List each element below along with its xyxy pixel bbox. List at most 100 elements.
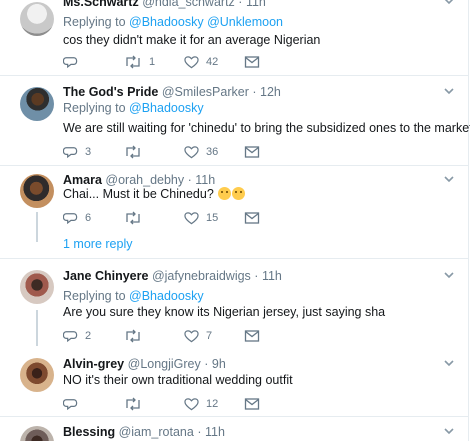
message-button[interactable] — [244, 144, 260, 160]
retweet-button[interactable] — [124, 396, 149, 412]
like-count: 36 — [206, 146, 219, 158]
user-name[interactable]: Ms.Schwartz — [63, 0, 139, 9]
retweet-button[interactable] — [124, 328, 149, 344]
user-name[interactable]: Alvin-grey — [63, 357, 124, 371]
separator-dot: · — [187, 173, 192, 187]
message-button[interactable] — [244, 210, 260, 226]
user-handle[interactable]: @jafynebraidwigs — [152, 269, 251, 283]
reply-button[interactable]: 2 — [63, 328, 91, 344]
chevron-down-icon[interactable] — [444, 0, 454, 6]
chevron-down-icon[interactable] — [444, 174, 454, 184]
like-icon — [184, 146, 199, 159]
tweet[interactable]: Ms.Schwartz @hdia_schwartz · 11h Replyin… — [0, 0, 468, 74]
user-name[interactable]: Blessing — [63, 425, 115, 439]
user-handle[interactable]: @iam_rotana — [119, 425, 194, 439]
avatar[interactable] — [20, 358, 54, 392]
tweet-actions: 6 15 — [63, 210, 283, 226]
tweet-time[interactable]: 11h — [195, 173, 215, 187]
thread-line — [36, 310, 38, 346]
user-handle[interactable]: @SmilesParker — [162, 85, 249, 99]
retweet-button[interactable] — [124, 210, 149, 226]
reply-button[interactable]: 6 — [63, 210, 91, 226]
replying-to: Replying to @Bhadoosky — [63, 100, 204, 116]
tweet-actions: 2 7 — [63, 328, 283, 344]
tweet-text: NO it's their own traditional wedding ou… — [63, 373, 293, 387]
reply-feed: Ms.Schwartz @hdia_schwartz · 11h Replyin… — [0, 0, 470, 441]
user-name[interactable]: Amara — [63, 173, 102, 187]
avatar[interactable] — [20, 87, 54, 121]
retweet-button[interactable]: 1 — [124, 54, 155, 70]
like-button[interactable]: 7 — [184, 328, 212, 344]
like-button[interactable]: 36 — [184, 144, 218, 160]
avatar[interactable] — [20, 174, 54, 208]
reply-button[interactable]: 3 — [63, 144, 91, 160]
tweet[interactable]: Blessing @iam_rotana · 11h — [0, 424, 468, 441]
user-handle[interactable]: @LongjiGrey — [128, 357, 201, 371]
divider — [0, 416, 468, 417]
chevron-down-icon[interactable] — [444, 426, 454, 436]
reply-count: 3 — [85, 146, 92, 158]
divider — [0, 258, 468, 259]
avatar[interactable] — [20, 270, 54, 304]
tweet-time[interactable]: 12h — [260, 85, 281, 99]
reply-button[interactable] — [63, 396, 85, 412]
retweet-count: 1 — [149, 56, 156, 68]
message-button[interactable] — [244, 328, 260, 344]
separator-dot: · — [254, 269, 259, 283]
tweet[interactable]: Jane Chinyere @jafynebraidwigs · 11h Rep… — [0, 268, 468, 346]
tweet-time[interactable]: 9h — [212, 357, 226, 371]
tweet-text-content: We are still waiting for 'chinedu' to br… — [63, 121, 470, 135]
separator-dot: · — [238, 0, 243, 9]
replying-to-label: Replying to — [63, 101, 126, 115]
tweet-text: cos they didn't make it for an average N… — [63, 33, 321, 47]
tweet-header: Blessing @iam_rotana · 11h — [63, 424, 225, 440]
tweet-time[interactable]: 11h — [246, 0, 266, 9]
user-handle[interactable]: @orah_debhy — [105, 173, 184, 187]
more-replies-link[interactable]: 1 more reply — [63, 237, 132, 251]
reply-count: 6 — [85, 212, 92, 224]
chevron-down-icon[interactable] — [444, 270, 454, 280]
mention-link[interactable]: @Bhadoosky — [129, 101, 204, 115]
thread-line — [36, 212, 38, 242]
chevron-down-icon[interactable] — [444, 86, 454, 96]
user-name[interactable]: The God's Pride — [63, 85, 158, 99]
tweet[interactable]: Alvin-grey @LongjiGrey · 9h NO it's thei… — [0, 356, 468, 418]
tweet-header: Jane Chinyere @jafynebraidwigs · 11h — [63, 268, 282, 284]
tweet-time[interactable]: 11h — [262, 269, 282, 283]
like-count: 15 — [206, 212, 219, 224]
reply-button[interactable] — [63, 54, 85, 70]
like-button[interactable]: 42 — [184, 54, 218, 70]
message-button[interactable] — [244, 396, 260, 412]
retweet-icon — [126, 145, 140, 159]
avatar[interactable] — [20, 426, 54, 441]
retweet-button[interactable] — [124, 144, 149, 160]
like-button[interactable]: 15 — [184, 210, 218, 226]
like-button[interactable]: 12 — [184, 396, 218, 412]
divider — [0, 165, 468, 166]
separator-dot: · — [197, 425, 202, 439]
reply-count: 2 — [85, 330, 92, 342]
message-button[interactable] — [244, 54, 260, 70]
message-icon — [244, 398, 260, 410]
user-handle[interactable]: @hdia_schwartz — [142, 0, 235, 9]
mention-link[interactable]: @Bhadoosky — [129, 15, 204, 29]
tweet-text: Are you sure they know its Nigerian jers… — [63, 305, 386, 319]
chevron-down-icon[interactable] — [444, 358, 454, 368]
separator-dot: · — [204, 357, 209, 371]
like-count: 7 — [206, 330, 213, 342]
user-name[interactable]: Jane Chinyere — [63, 269, 148, 283]
tweet-actions: 3 36 — [63, 144, 283, 160]
like-icon — [184, 212, 199, 225]
tweet-time[interactable]: 11h — [205, 425, 225, 439]
divider — [0, 75, 468, 76]
mention-link[interactable]: @Bhadoosky — [129, 289, 204, 303]
grinning-emoji-icon — [218, 187, 232, 200]
tweet[interactable]: The God's Pride @SmilesParker · 12h Repl… — [0, 84, 470, 166]
like-icon — [184, 330, 199, 343]
like-icon — [184, 398, 199, 411]
retweet-icon — [126, 397, 140, 411]
reply-icon — [63, 399, 78, 411]
avatar[interactable] — [20, 2, 54, 36]
mention-link[interactable]: @Unklemoon — [207, 15, 283, 29]
message-icon — [244, 330, 260, 342]
